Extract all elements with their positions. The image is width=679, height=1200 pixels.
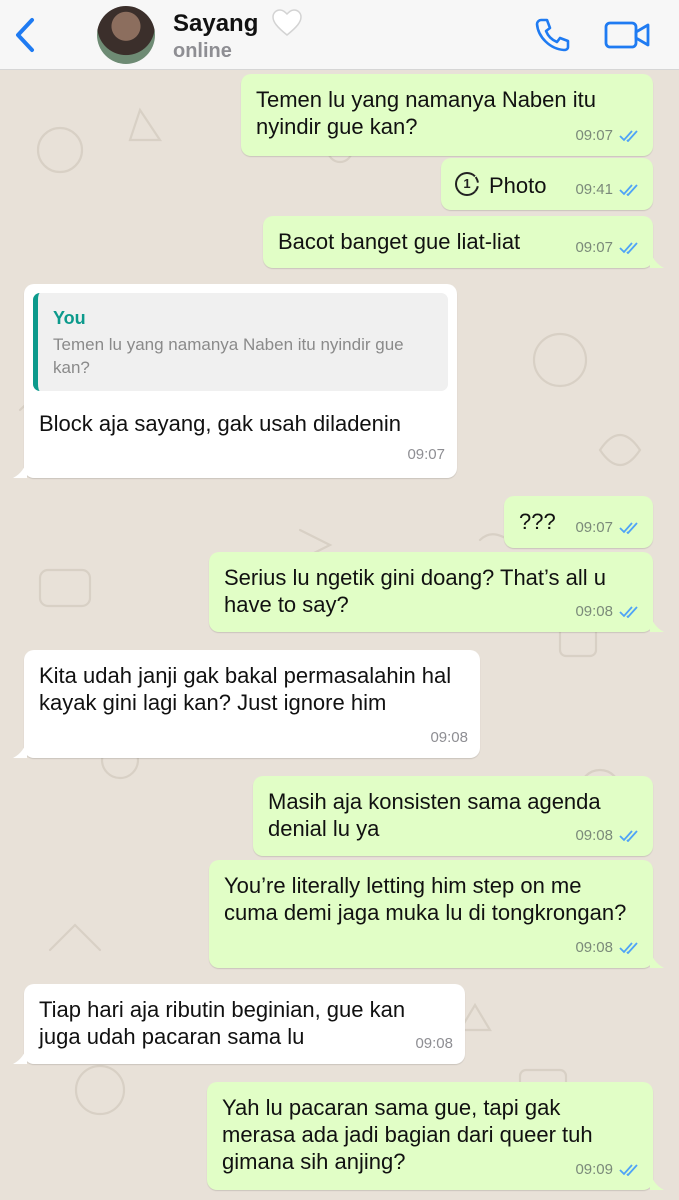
message-time: 09:07 <box>575 519 613 536</box>
message-time: 09:08 <box>575 939 613 956</box>
chat-area[interactable]: Temen lu yang namanya Naben itu nyindir … <box>0 70 679 1200</box>
bubble-tail <box>650 252 664 268</box>
message-meta: 09:09 <box>575 1156 641 1183</box>
bubble-tail <box>650 616 664 632</box>
read-receipt-icon <box>619 241 638 254</box>
message-time: 09:08 <box>575 603 613 620</box>
message-time: 09:09 <box>575 1161 613 1178</box>
bubble-tail <box>650 952 664 968</box>
message-meta: 09:07 <box>575 234 641 261</box>
read-receipt-icon <box>619 941 638 954</box>
message-meta: 09:41 <box>575 176 641 203</box>
contact-avatar[interactable] <box>97 6 155 64</box>
outgoing-message[interactable]: You’re literally letting him step on me … <box>209 860 664 968</box>
message-time: 09:08 <box>415 1035 453 1052</box>
contact-status: online <box>173 40 232 62</box>
message-meta: 09:08 <box>575 934 641 961</box>
outgoing-message[interactable]: Yah lu pacaran sama gue, tapi gak merasa… <box>207 1082 664 1190</box>
message-text: You’re literally letting him step on me … <box>224 873 627 925</box>
message-time: 09:07 <box>575 127 613 144</box>
bubble-tail <box>650 1174 664 1190</box>
video-camera-icon[interactable] <box>604 20 650 50</box>
chat-header: Sayang online <box>0 0 679 70</box>
outgoing-message[interactable]: Masih aja konsisten sama agenda denial l… <box>253 776 653 856</box>
message-meta: 09:08 <box>575 598 641 625</box>
outgoing-photo-message[interactable]: 1 Photo 09:41 <box>441 158 653 210</box>
read-receipt-icon <box>619 1163 638 1176</box>
bubble-tail <box>13 742 27 758</box>
message-meta: 09:08 <box>575 822 641 849</box>
outgoing-message[interactable]: Bacot banget gue liat-liat 09:07 <box>263 216 664 268</box>
view-once-icon: 1 <box>455 172 479 196</box>
message-text: Kita udah janji gak bakal permasalahin h… <box>39 663 452 715</box>
quote-author: You <box>53 308 86 328</box>
message-text: Block aja sayang, gak usah diladenin <box>39 411 402 436</box>
read-receipt-icon <box>619 183 638 196</box>
white-heart-icon <box>272 9 302 36</box>
message-time: 09:07 <box>407 446 445 463</box>
message-time: 09:07 <box>575 239 613 256</box>
message-text: Tiap hari aja ributin beginian, gue kan … <box>39 997 406 1049</box>
message-meta: 09:07 <box>575 514 641 541</box>
incoming-message[interactable]: Tiap hari aja ributin beginian, gue kan … <box>13 984 465 1064</box>
message-time: 09:41 <box>575 181 613 198</box>
message-meta: 09:07 <box>407 441 445 468</box>
outgoing-message[interactable]: Temen lu yang namanya Naben itu nyindir … <box>241 74 653 156</box>
message-meta: 09:08 <box>415 1030 453 1057</box>
phone-icon[interactable] <box>533 17 573 53</box>
read-receipt-icon <box>619 521 638 534</box>
outgoing-message[interactable]: ??? 09:07 <box>504 496 653 548</box>
read-receipt-icon <box>619 829 638 842</box>
message-time: 09:08 <box>575 827 613 844</box>
chevron-left-icon[interactable] <box>10 16 42 54</box>
quoted-message[interactable]: You Temen lu yang namanya Naben itu nyin… <box>33 293 448 391</box>
contact-name[interactable]: Sayang <box>173 10 258 38</box>
message-text: Photo <box>489 173 547 198</box>
read-receipt-icon <box>619 605 638 618</box>
message-meta: 09:07 <box>575 122 641 149</box>
incoming-reply-message[interactable]: You Temen lu yang namanya Naben itu nyin… <box>13 284 457 478</box>
incoming-message[interactable]: Kita udah janji gak bakal permasalahin h… <box>13 650 480 758</box>
bubble-tail <box>13 462 27 478</box>
outgoing-message[interactable]: Serius lu ngetik gini doang? That’s all … <box>209 552 664 632</box>
message-meta: 09:08 <box>430 724 468 751</box>
quote-text: Temen lu yang namanya Naben itu nyindir … <box>53 335 404 377</box>
bubble-tail <box>13 1048 27 1064</box>
message-time: 09:08 <box>430 729 468 746</box>
read-receipt-icon <box>619 129 638 142</box>
